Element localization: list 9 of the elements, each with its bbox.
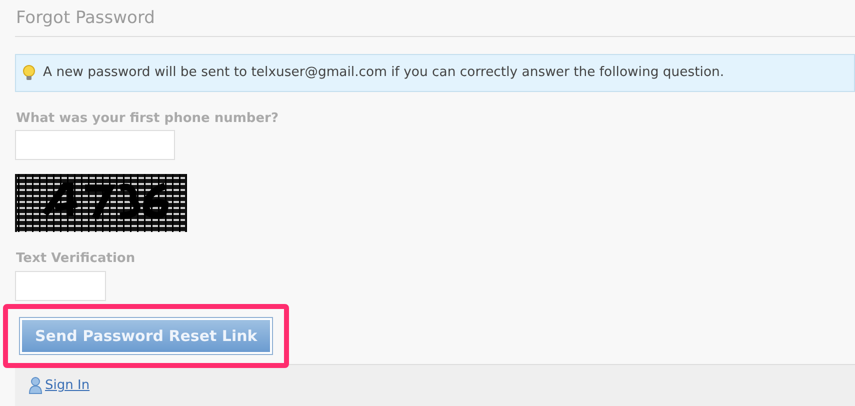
field-label: What was your first phone number?: [16, 110, 280, 128]
phone-input[interactable]: [15, 130, 175, 160]
verification-input[interactable]: [15, 270, 106, 301]
user-icon: [29, 377, 42, 394]
sign-in-link[interactable]: Sign In: [45, 376, 90, 396]
info-text: A new password will be sent to telxuser@gmail.com if you can correctly answer the following question.: [43, 64, 724, 82]
page-title: Forgot Password: [16, 7, 156, 30]
lightbulb-icon: [22, 64, 36, 81]
field-label: Text Verification: [16, 250, 136, 268]
